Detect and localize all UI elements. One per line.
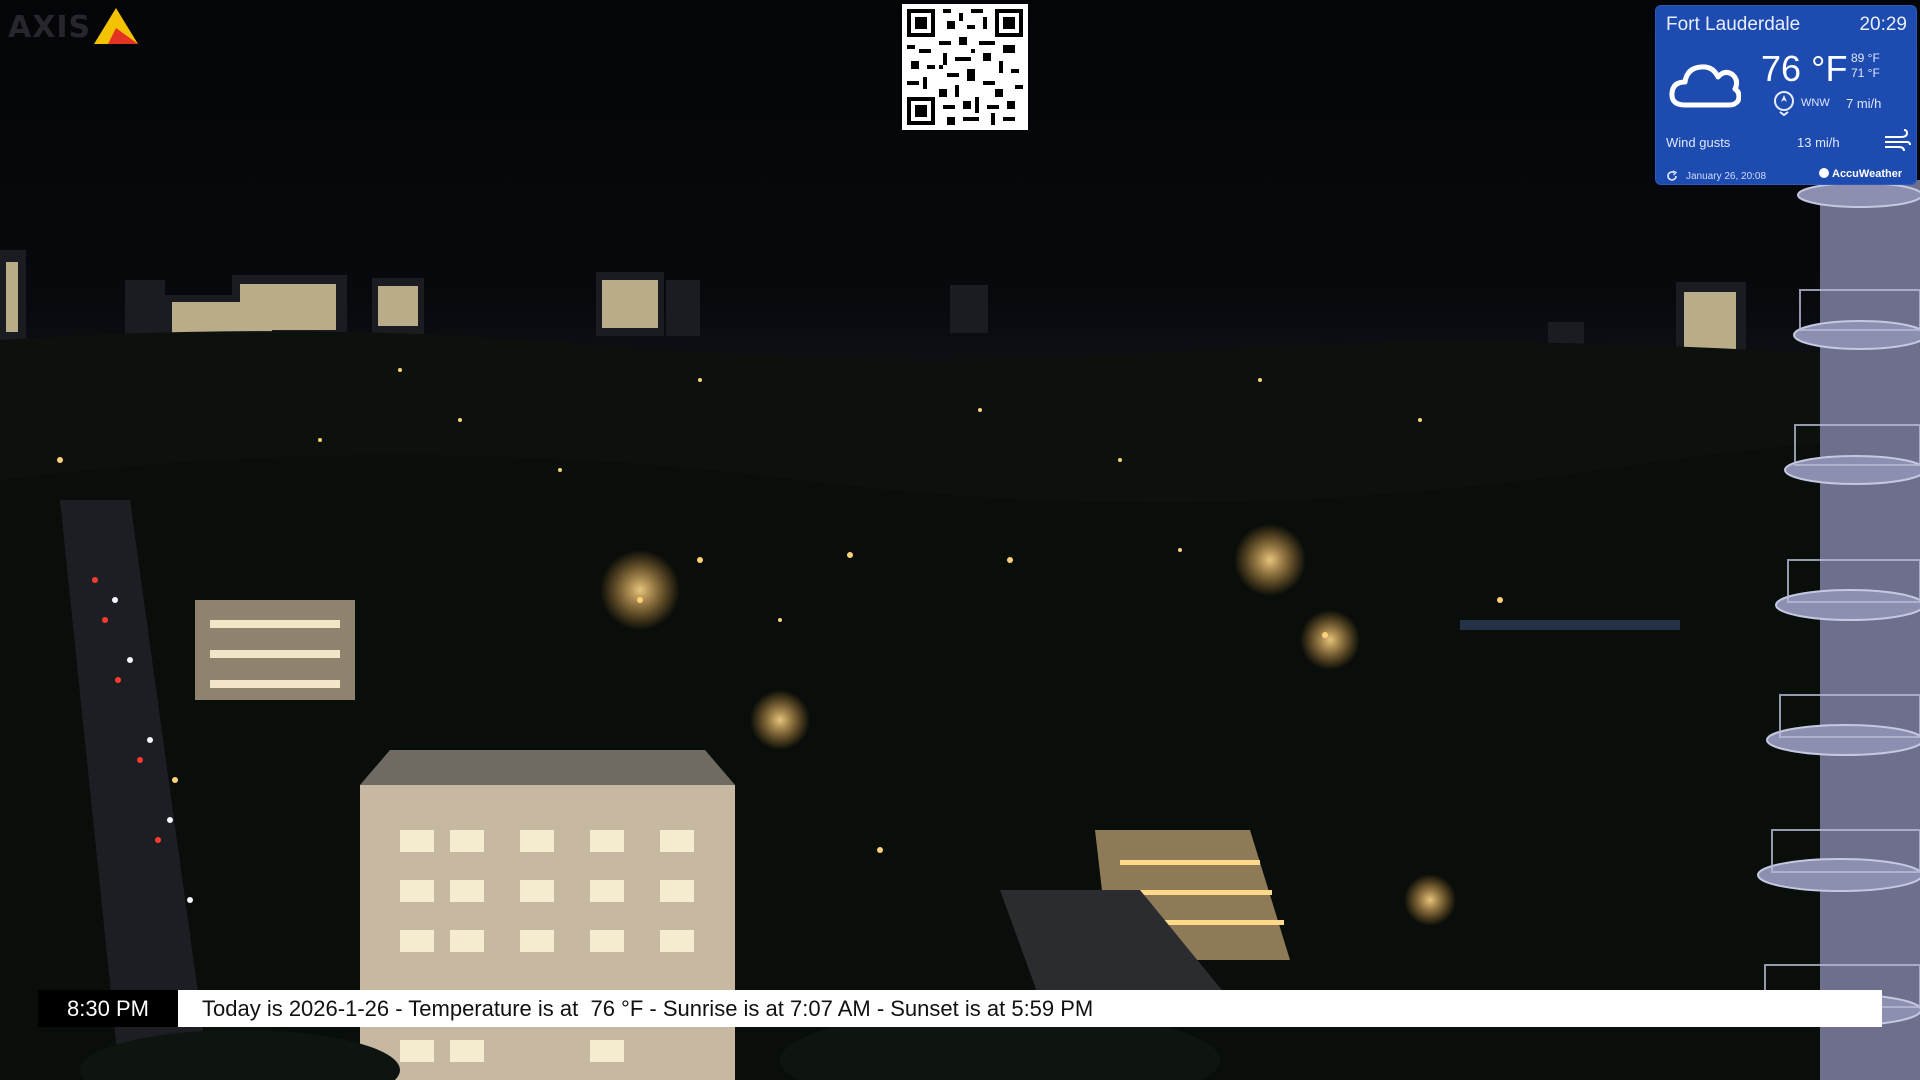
axis-logo: AXIS	[6, 4, 146, 48]
weather-temperature: 76 °F	[1761, 48, 1848, 89]
qr-code-icon	[907, 9, 1023, 125]
weather-low: 71 °F	[1851, 66, 1880, 80]
refresh-icon	[1667, 170, 1678, 181]
weather-updated: January 26, 20:08	[1686, 171, 1767, 182]
apartment-building	[360, 750, 735, 1080]
weather-city: Fort Lauderdale	[1666, 14, 1801, 35]
accuweather-sun-icon	[1819, 168, 1829, 178]
wind-gusts-value: 13 mi/h	[1797, 135, 1840, 150]
axis-logo-text: AXIS	[8, 10, 92, 45]
info-ticker: 8:30 PM Today is 2026-1-26 - Temperature…	[38, 990, 1882, 1027]
accuweather-brand: AccuWeather	[1819, 168, 1902, 180]
weather-widget: Fort Lauderdale 20:29 76 °F 89 °F 71 °F …	[1655, 5, 1917, 185]
qr-code[interactable]	[902, 4, 1028, 130]
weather-time: 20:29	[1859, 14, 1907, 35]
axis-triangle-icon	[94, 8, 138, 44]
ticker-time: 8:30 PM	[38, 990, 178, 1027]
ticker-message: Today is 2026-1-26 - Temperature is at 7…	[202, 995, 1094, 1021]
wind-gusts-label: Wind gusts	[1666, 135, 1731, 150]
wind-speed: 7 mi/h	[1846, 96, 1882, 111]
weather-high: 89 °F	[1851, 51, 1880, 65]
wind-direction-icon	[1774, 91, 1794, 116]
accuweather-brand-text: AccuWeather	[1832, 168, 1903, 180]
wind-gust-icon	[1885, 129, 1911, 152]
city-night-scene	[0, 0, 1920, 1080]
partly-cloudy-icon	[1669, 64, 1741, 108]
wind-direction: WNW	[1801, 97, 1830, 109]
